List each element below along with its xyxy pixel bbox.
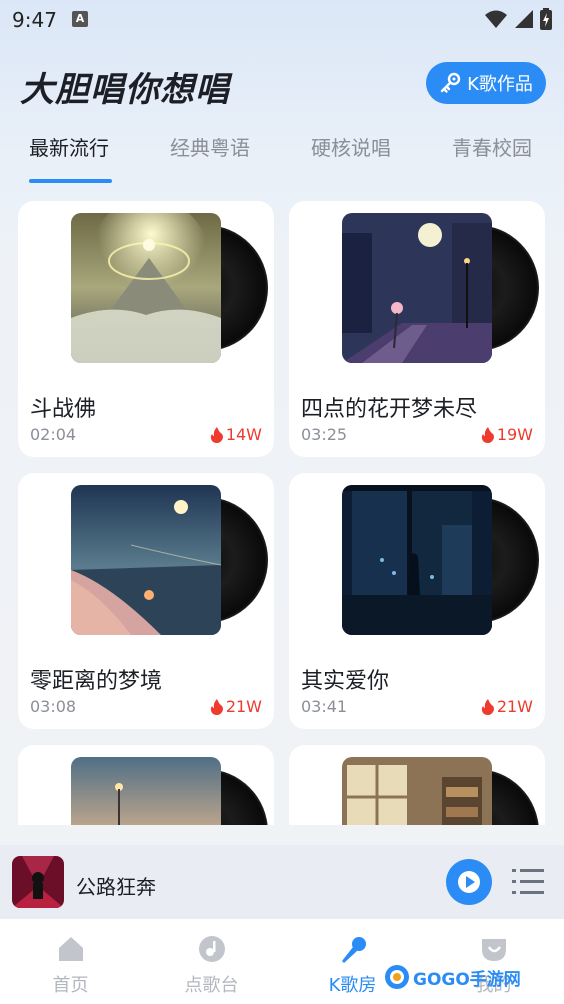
song-duration: 03:08 <box>30 697 77 716</box>
nav-label: 点歌台 <box>184 975 239 996</box>
song-title: 斗战佛 <box>30 397 97 422</box>
heat-count: 19W <box>496 425 533 444</box>
song-card[interactable]: 零距离的梦境 03:08 21W <box>18 473 274 729</box>
tab-latest-pop[interactable]: 最新流行 <box>29 132 109 161</box>
system-icons <box>484 8 552 30</box>
notification-a-icon: A <box>72 11 88 27</box>
home-icon <box>58 937 83 961</box>
mini-player[interactable]: 公路狂奔 <box>0 845 564 919</box>
song-cover-image <box>342 213 492 363</box>
tab-classic-cantonese[interactable]: 经典粤语 <box>170 132 250 161</box>
song-duration: 03:25 <box>301 425 348 444</box>
category-tabs: 最新流行 经典粤语 硬核说唱 青春校园 <box>0 132 564 184</box>
nav-item-home[interactable]: 首页 <box>0 919 141 1004</box>
playlist-button[interactable] <box>512 867 544 901</box>
watermark-logo: GOGO手游网 <box>384 960 521 994</box>
profile-icon <box>481 939 506 961</box>
heat-count: 21W <box>496 697 533 716</box>
song-heat: 21W <box>481 697 533 716</box>
playlist-icon <box>512 869 544 894</box>
page-title: 大胆唱你想唱 <box>20 70 230 110</box>
active-tab-indicator <box>29 179 112 183</box>
player-cover-image <box>12 856 64 908</box>
k-works-button[interactable]: K歌作品 <box>426 62 546 104</box>
song-card[interactable] <box>289 745 545 825</box>
play-icon <box>458 871 480 893</box>
signal-icon <box>515 10 533 28</box>
watermark-text: GOGO手游网 <box>413 969 521 990</box>
fire-icon <box>210 426 223 443</box>
song-card[interactable]: 斗战佛 02:04 14W <box>18 201 274 457</box>
fire-icon <box>210 698 223 715</box>
song-cover-image <box>71 485 221 635</box>
song-title: 零距离的梦境 <box>30 669 163 694</box>
nav-label: 首页 <box>52 975 89 996</box>
play-button[interactable] <box>446 859 492 905</box>
battery-icon <box>540 8 552 30</box>
k-works-label: K歌作品 <box>467 74 533 95</box>
song-card[interactable]: 其实爱你 03:41 21W <box>289 473 545 729</box>
heat-count: 21W <box>225 697 262 716</box>
player-song-title: 公路狂奔 <box>76 875 156 899</box>
song-title: 四点的花开梦未尽 <box>301 397 478 422</box>
song-card[interactable]: 四点的花开梦未尽 03:25 19W <box>289 201 545 457</box>
status-bar: 9:47 A <box>0 0 564 38</box>
status-time: 9:47 <box>12 8 57 32</box>
song-heat: 14W <box>210 425 262 444</box>
song-duration: 03:41 <box>301 697 348 716</box>
song-cover-image <box>71 213 221 363</box>
song-cover-image <box>342 757 492 825</box>
fire-icon <box>481 698 494 715</box>
microphone-icon <box>341 937 366 963</box>
song-heat: 19W <box>481 425 533 444</box>
tab-youth-campus[interactable]: 青春校园 <box>452 132 532 161</box>
song-cover-image <box>342 485 492 635</box>
song-cover-image <box>71 757 221 825</box>
song-grid: 斗战佛 02:04 14W 四点的花开梦未尽 03:25 19W 零距离的梦境 … <box>0 201 564 825</box>
fire-icon <box>481 426 494 443</box>
song-card[interactable] <box>18 745 274 825</box>
tab-hardcore-rap[interactable]: 硬核说唱 <box>311 132 391 161</box>
nav-item-song-request[interactable]: 点歌台 <box>141 919 282 1004</box>
song-duration: 02:04 <box>30 425 77 444</box>
song-title: 其实爱你 <box>301 669 390 694</box>
wifi-icon <box>485 10 507 28</box>
heat-count: 14W <box>225 425 262 444</box>
key-icon <box>440 72 461 93</box>
music-note-icon <box>198 936 225 962</box>
gogo-logo-icon <box>385 965 409 989</box>
song-heat: 21W <box>210 697 262 716</box>
